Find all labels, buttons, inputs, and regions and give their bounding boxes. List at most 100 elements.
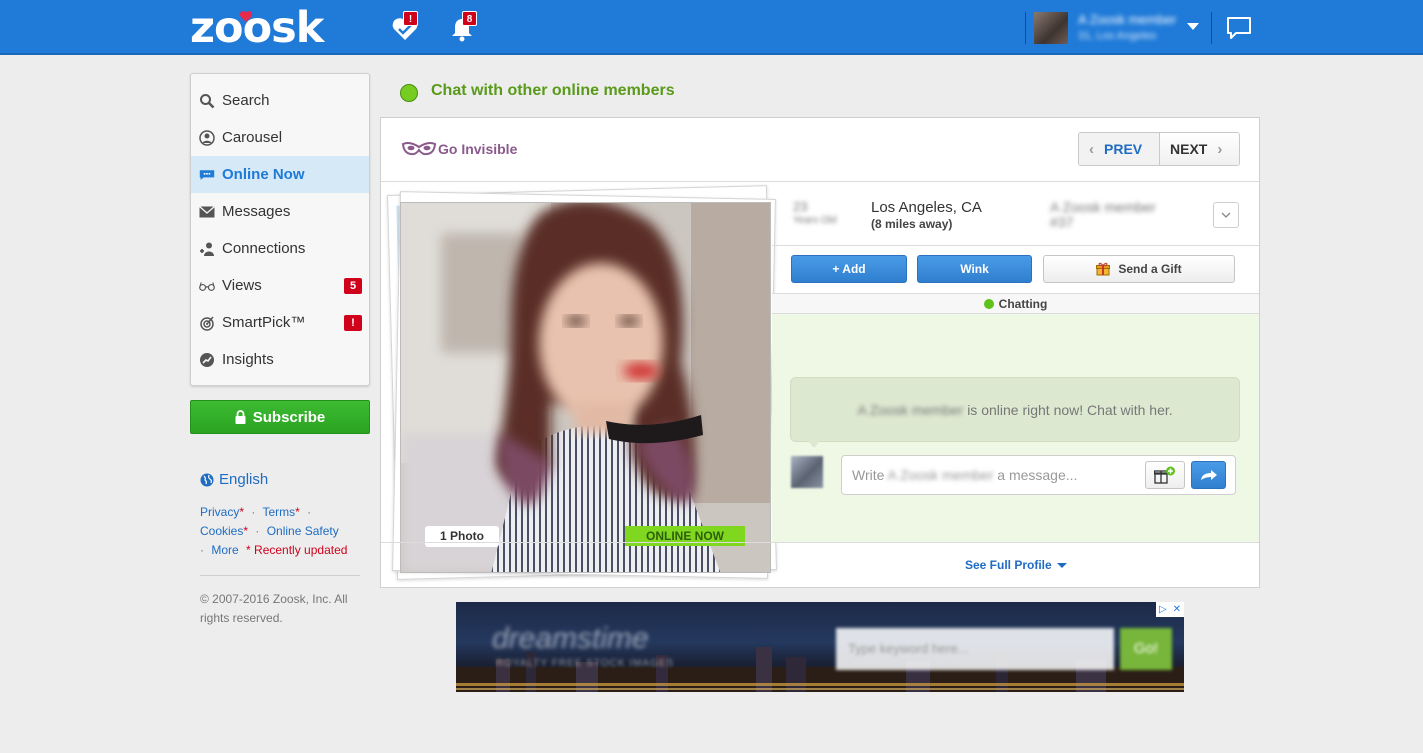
member-name-sub: #37 [1050,214,1074,230]
online-status-icon [400,84,418,102]
target-icon [199,315,215,331]
chatting-label: Chatting [998,296,1048,311]
message-placeholder: Write A Zoosk member a message... [852,467,1077,483]
separator-dot: · [200,543,204,557]
divider [381,542,1259,543]
separator-dot: · [307,505,312,519]
sidebar-item-label: SmartPick™ [222,314,306,331]
ad-go-button[interactable]: Go! [1120,628,1172,670]
send-gift-button[interactable]: Send a Gift [1043,255,1235,283]
expand-profile-button[interactable] [1213,202,1239,228]
send-arrow-icon [1200,470,1217,480]
header-divider [1211,12,1212,44]
user-name: A Zoosk member [1078,12,1177,27]
footer-links: Privacy* · Terms* · Cookies* · Online Sa… [200,503,360,560]
lock-icon [235,410,246,424]
sidebar-item-label: Connections [222,240,306,257]
bubble-text: is online right now! Chat with her. [967,401,1173,418]
header-divider [1025,12,1026,44]
bubble-tail [808,441,820,448]
chevron-right-icon: › [1217,140,1223,158]
updated-star: * [243,524,249,538]
online-now-badge: ONLINE NOW [625,526,745,546]
online-safety-link[interactable]: Online Safety [267,524,339,538]
ad-brand: dreamstime [492,622,649,655]
zoosk-logo[interactable]: zoosk [190,3,324,53]
user-subtitle: 31, Los Angeles [1078,30,1157,42]
sidebar-item-connections[interactable]: Connections [191,230,369,267]
user-menu-caret-icon[interactable] [1187,23,1199,30]
smartpick-badge: ! [344,315,362,331]
subscribe-button[interactable]: Subscribe [190,400,370,434]
search-icon [199,93,215,109]
sidebar-item-online-now[interactable]: Online Now [191,156,369,193]
views-badge: 5 [344,278,362,294]
close-icon[interactable]: ✕ [1173,604,1181,615]
profile-pager: ‹ PREV NEXT › [1078,132,1240,166]
heart-icon [239,11,253,22]
attach-gift-button[interactable] [1145,461,1185,489]
separator-dot: · [251,505,256,519]
chat-bubble-icon [199,167,215,183]
updated-star: * [295,505,300,519]
notifications-badge: 8 [462,11,477,26]
sidebar-item-label: Carousel [222,129,283,146]
copyright-text: © 2007-2016 Zoosk, Inc. All rights reser… [200,592,348,625]
profile-photo[interactable] [400,202,771,573]
member-distance: (8 miles away) [871,217,953,231]
sidebar-item-messages[interactable]: Messages [191,193,369,230]
globe-icon [200,473,214,486]
next-button[interactable]: NEXT › [1160,133,1239,165]
sidebar-item-views[interactable]: Views 5 [191,267,369,304]
prev-button[interactable]: ‹ PREV [1079,133,1160,165]
sidebar-item-search[interactable]: Search [191,82,369,119]
sidebar-item-label: Messages [222,203,291,220]
caret-down-icon [1056,562,1067,568]
see-full-profile-link[interactable]: See Full Profile [965,558,1067,572]
send-message-button[interactable] [1191,461,1226,489]
sidebar-nav: Search Carousel Online Now Messages Conn… [190,73,370,386]
go-invisible-button[interactable]: Go Invisible [402,141,517,157]
cookies-link[interactable]: Cookies [200,524,243,538]
member-name: A Zoosk member #37 [1050,200,1156,230]
prev-label: PREV [1104,141,1143,157]
add-button[interactable]: + Add [791,255,907,283]
smartpick-header-badge: ! [403,11,418,26]
age-value: 23 [793,199,808,214]
updated-star: * [239,505,245,519]
age-label: Years Old [793,215,837,226]
insights-icon [199,352,215,368]
ad-close-controls[interactable]: ▷ ✕ [1156,602,1184,617]
go-invisible-label: Go Invisible [438,141,518,157]
chat-icon[interactable] [1226,16,1252,40]
user-avatar[interactable] [1034,12,1068,44]
sidebar-item-carousel[interactable]: Carousel [191,119,369,156]
member-location: Los Angeles, CA [871,199,982,216]
chat-prompt-bubble: A Zoosk member is online right now! Chat… [790,377,1240,442]
divider [772,245,1259,246]
page-title: Chat with other online members [431,82,675,99]
photo-count-badge[interactable]: 1 Photo [425,526,499,547]
gift-add-icon [1154,466,1175,484]
sidebar-item-insights[interactable]: Insights [191,341,369,378]
advertisement-banner[interactable]: dreamstime ROYALTY FREE STOCK IMAGES Typ… [456,602,1184,692]
sidebar-item-label: Online Now [222,166,305,183]
sidebar-item-smartpick[interactable]: SmartPick™ ! [191,304,369,341]
envelope-icon [199,204,215,220]
language-selector[interactable]: English [200,471,268,488]
user-menu[interactable]: A Zoosk member 31, Los Angeles [1078,12,1176,42]
chatting-status-icon [983,298,994,309]
adchoices-icon[interactable]: ▷ [1159,604,1167,615]
ad-search-input[interactable]: Type keyword here... [836,628,1114,670]
separator-dot: · [255,524,260,538]
language-label: English [219,471,269,488]
sidebar-item-label: Views [222,277,262,294]
chevron-down-icon [1221,212,1231,218]
send-gift-label: Send a Gift [1118,262,1182,276]
wink-button[interactable]: Wink [917,255,1032,283]
privacy-link[interactable]: Privacy [200,505,239,519]
terms-link[interactable]: Terms [262,505,295,519]
placeholder-member-name: A Zoosk member [887,467,994,483]
sidebar-item-label: Search [222,92,270,109]
more-link[interactable]: More [211,543,238,557]
